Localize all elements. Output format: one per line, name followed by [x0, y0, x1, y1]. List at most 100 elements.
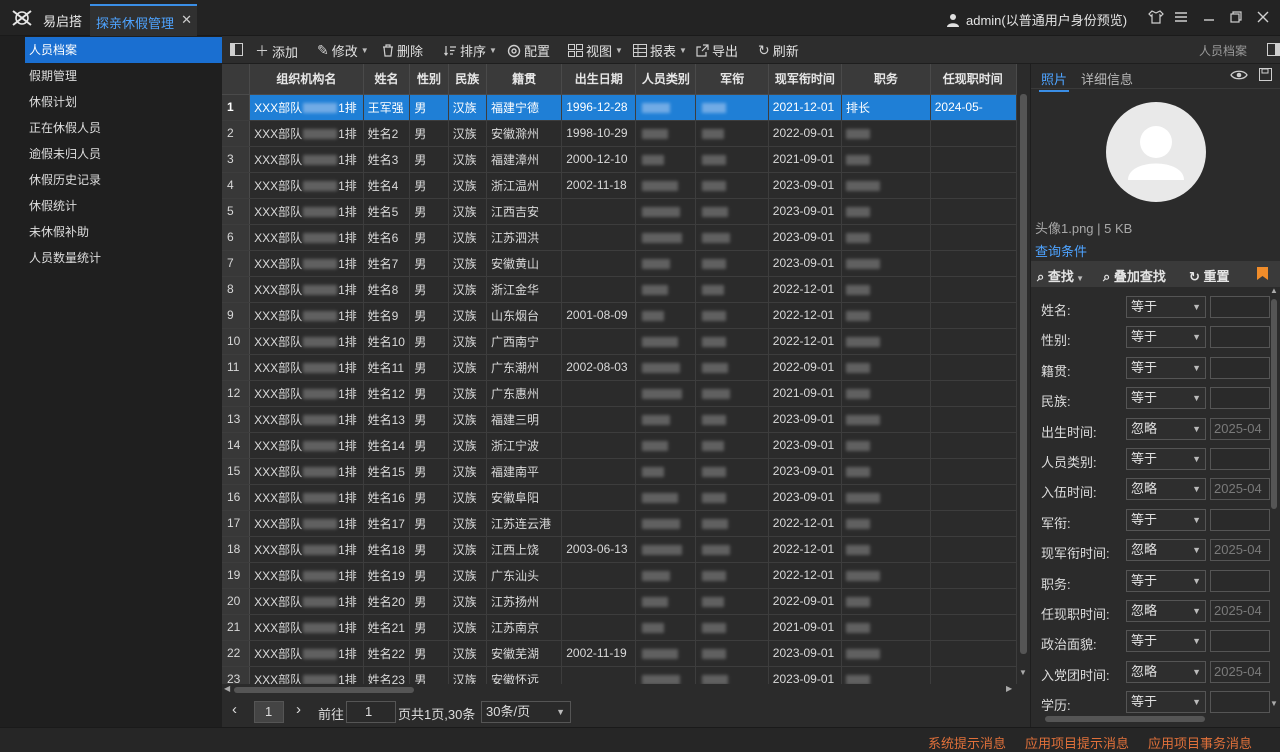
table-row[interactable]: 19 XXX部队 1排 姓名19 男汉族 广东汕头 2022-12-01: [222, 562, 1017, 589]
cell-rank[interactable]: [695, 666, 769, 684]
table-horizontal-scrollbar[interactable]: ◀ ▶: [222, 684, 1030, 696]
cell-ethnicity[interactable]: 汉族: [448, 380, 488, 407]
cell-org[interactable]: XXX部队 1排: [249, 198, 364, 225]
filter-value-input[interactable]: 2025-04: [1210, 417, 1270, 440]
cell-org[interactable]: XXX部队 1排: [249, 562, 364, 589]
table-row[interactable]: 10 XXX部队 1排 姓名10 男汉族 广西南宁 2022-12-01: [222, 328, 1017, 355]
prev-page-icon[interactable]: ‹: [232, 701, 237, 718]
cell-rank-date[interactable]: 2022-09-01: [768, 120, 842, 147]
cell-rank[interactable]: [695, 172, 769, 199]
cell-sex[interactable]: 男: [409, 536, 449, 563]
cell-native-place[interactable]: 广东汕头: [486, 562, 563, 589]
column-header[interactable]: 任现职时间: [930, 64, 1017, 95]
cell-name[interactable]: 姓名20: [363, 588, 411, 615]
tab-detail[interactable]: 详细信息: [1081, 69, 1133, 88]
cell-native-place[interactable]: 江西上饶: [486, 536, 563, 563]
cell-duty[interactable]: [841, 536, 931, 563]
table-row[interactable]: 4 XXX部队 1排 姓名4 男汉族 浙江温州 2002-11-18 2023-09-01: [222, 172, 1017, 199]
cell-rank-date[interactable]: 2021-09-01: [768, 380, 842, 407]
cell-duty[interactable]: [841, 432, 931, 459]
bookmark-icon[interactable]: [1257, 267, 1268, 280]
cell-duty-date[interactable]: [930, 172, 1017, 199]
cell-name[interactable]: 姓名14: [363, 432, 411, 459]
cell-sex[interactable]: 男: [409, 458, 449, 485]
filter-value-input[interactable]: 2025-04: [1210, 478, 1270, 501]
cell-duty[interactable]: [841, 588, 931, 615]
filter-operator-select[interactable]: 等于 ▼: [1126, 569, 1206, 592]
cell-duty[interactable]: [841, 666, 931, 684]
cell-org[interactable]: XXX部队 1排: [249, 484, 364, 511]
cell-rank-date[interactable]: 2023-09-01: [768, 666, 842, 684]
cell-category[interactable]: [635, 458, 697, 485]
cell-native-place[interactable]: 广东惠州: [486, 380, 563, 407]
cell-name[interactable]: 姓名23: [363, 666, 411, 684]
table-row[interactable]: 6 XXX部队 1排 姓名6 男汉族 江苏泗洪 2023-09-01: [222, 224, 1017, 251]
cell-duty-date[interactable]: [930, 224, 1017, 251]
cell-category[interactable]: [635, 432, 697, 459]
table-row[interactable]: 21 XXX部队 1排 姓名21 男汉族 江苏南京 2021-09-01: [222, 614, 1017, 641]
table-row[interactable]: 3 XXX部队 1排 姓名3 男汉族 福建漳州 2000-12-10 2021-09-01: [222, 146, 1017, 173]
cell-ethnicity[interactable]: 汉族: [448, 614, 488, 641]
cell-rank[interactable]: [695, 302, 769, 329]
filter-value-input[interactable]: [1210, 448, 1270, 470]
cell-ethnicity[interactable]: 汉族: [448, 640, 488, 667]
cell-name[interactable]: 王军强: [363, 94, 411, 121]
export-button[interactable]: 导出: [696, 41, 738, 60]
cell-sex[interactable]: 男: [409, 432, 449, 459]
cell-org[interactable]: XXX部队 1排: [249, 120, 364, 147]
cell-duty-date[interactable]: 2024-05-: [930, 94, 1017, 121]
cell-sex[interactable]: 男: [409, 588, 449, 615]
cell-sex[interactable]: 男: [409, 328, 449, 355]
cell-ethnicity[interactable]: 汉族: [448, 146, 488, 173]
cell-name[interactable]: 姓名22: [363, 640, 411, 667]
cell-duty[interactable]: [841, 406, 931, 433]
status-project-tasks[interactable]: 应用项目事务消息: [1148, 733, 1252, 752]
cell-birth-date[interactable]: [561, 406, 637, 433]
scrollbar-thumb[interactable]: [1271, 299, 1277, 509]
filters-vertical-scrollbar[interactable]: ▲ ▼: [1268, 286, 1280, 709]
cell-org[interactable]: XXX部队 1排: [249, 614, 364, 641]
cell-category[interactable]: [635, 224, 697, 251]
filter-operator-select[interactable]: 等于 ▼: [1126, 326, 1206, 349]
cell-birth-date[interactable]: [561, 484, 637, 511]
table-row[interactable]: 1 XXX部队 1排 王军强男汉族 福建宁德 1996-12-28 2021-12-01 排长…: [222, 94, 1017, 121]
cell-birth-date[interactable]: 2003-06-13: [561, 536, 637, 563]
filter-operator-select[interactable]: 等于 ▼: [1126, 508, 1206, 531]
cell-org[interactable]: XXX部队 1排: [249, 640, 364, 667]
cell-duty[interactable]: [841, 146, 931, 173]
cell-rank[interactable]: [695, 328, 769, 355]
cell-org[interactable]: XXX部队 1排: [249, 458, 364, 485]
scroll-down-icon[interactable]: ▼: [1270, 699, 1278, 708]
cell-category[interactable]: [635, 406, 697, 433]
cell-ethnicity[interactable]: 汉族: [448, 172, 488, 199]
cell-rank-date[interactable]: 2022-12-01: [768, 276, 842, 303]
cell-rank-date[interactable]: 2023-09-01: [768, 172, 842, 199]
cell-duty-date[interactable]: [930, 198, 1017, 225]
cell-ethnicity[interactable]: 汉族: [448, 588, 488, 615]
cell-duty-date[interactable]: [930, 146, 1017, 173]
column-header[interactable]: 人员类别: [635, 64, 697, 95]
cell-name[interactable]: 姓名11: [363, 354, 411, 381]
cell-rank[interactable]: [695, 458, 769, 485]
cell-rank[interactable]: [695, 146, 769, 173]
cell-birth-date[interactable]: 2002-11-18: [561, 172, 637, 199]
scrollbar-thumb[interactable]: [1020, 94, 1027, 654]
cell-ethnicity[interactable]: 汉族: [448, 328, 488, 355]
filter-operator-select[interactable]: 忽略 ▼: [1126, 417, 1206, 440]
status-system-messages[interactable]: 系统提示消息: [928, 733, 1006, 752]
cell-duty-date[interactable]: [930, 120, 1017, 147]
cell-native-place[interactable]: 浙江温州: [486, 172, 563, 199]
cell-name[interactable]: 姓名16: [363, 484, 411, 511]
cell-duty[interactable]: [841, 276, 931, 303]
query-reset-button[interactable]: ↻ 重置: [1189, 266, 1230, 285]
cell-name[interactable]: 姓名5: [363, 198, 411, 225]
cell-sex[interactable]: 男: [409, 146, 449, 173]
cell-category[interactable]: [635, 328, 697, 355]
cell-rank[interactable]: [695, 198, 769, 225]
cell-native-place[interactable]: 福建三明: [486, 406, 563, 433]
cell-native-place[interactable]: 浙江宁波: [486, 432, 563, 459]
cell-rank-date[interactable]: 2023-09-01: [768, 198, 842, 225]
delete-button[interactable]: 删除: [382, 41, 423, 60]
eye-icon[interactable]: [1230, 69, 1248, 81]
table-row[interactable]: 16 XXX部队 1排 姓名16 男汉族 安徽阜阳 2023-09-01: [222, 484, 1017, 511]
